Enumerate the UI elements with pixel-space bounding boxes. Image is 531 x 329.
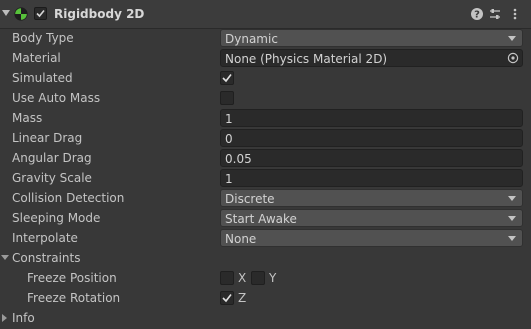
sleeping-mode-label: Sleeping Mode [12, 211, 101, 225]
body-type-value: Dynamic [225, 32, 278, 46]
freeze-rotation-label: Freeze Rotation [27, 291, 121, 305]
component-enabled-toggle[interactable] [34, 7, 47, 20]
gravity-scale-row: Gravity Scale 1 [0, 168, 531, 188]
dropdown-arrow-icon [508, 216, 516, 221]
freeze-position-label: Freeze Position [27, 271, 117, 285]
interpolate-label: Interpolate [12, 231, 78, 245]
mass-label[interactable]: Mass [12, 111, 42, 125]
freeze-position-row: Freeze Position X Y [0, 268, 531, 288]
interpolate-row: Interpolate None [0, 228, 531, 248]
freeze-rotation-z-checkbox[interactable] [220, 291, 234, 305]
gravity-scale-input[interactable]: 1 [220, 169, 523, 187]
linear-drag-value: 0 [225, 132, 233, 146]
interpolate-value: None [225, 232, 257, 246]
checkmark-icon [36, 9, 45, 18]
mass-row: Mass 1 [0, 108, 531, 128]
presets-icon[interactable] [488, 7, 502, 21]
linear-drag-label[interactable]: Linear Drag [12, 131, 82, 145]
collision-detection-value: Discrete [225, 192, 275, 206]
rigidbody-2d-icon [14, 7, 28, 21]
foldout-arrow-icon[interactable] [2, 10, 10, 16]
simulated-checkbox[interactable] [220, 71, 234, 85]
foldout-collapsed-icon[interactable] [2, 314, 7, 322]
collision-detection-row: Collision Detection Discrete [0, 188, 531, 208]
material-row: Material None (Physics Material 2D) [0, 48, 531, 68]
body-type-label: Body Type [12, 31, 74, 45]
simulated-row: Simulated [0, 68, 531, 88]
foldout-expanded-icon[interactable] [1, 255, 9, 260]
use-auto-mass-checkbox[interactable] [220, 91, 234, 105]
mass-value: 1 [225, 112, 233, 126]
material-object-field[interactable]: None (Physics Material 2D) [220, 49, 523, 67]
freeze-position-y-checkbox[interactable] [251, 271, 265, 285]
component-header[interactable]: Rigidbody 2D ? [0, 0, 531, 29]
collision-detection-label: Collision Detection [12, 191, 125, 205]
linear-drag-input[interactable]: 0 [220, 129, 523, 147]
angular-drag-value: 0.05 [225, 152, 252, 166]
sleeping-mode-dropdown[interactable]: Start Awake [220, 209, 523, 227]
angular-drag-row: Angular Drag 0.05 [0, 148, 531, 168]
angular-drag-input[interactable]: 0.05 [220, 149, 523, 167]
info-foldout[interactable]: Info [0, 308, 531, 328]
use-auto-mass-row: Use Auto Mass [0, 88, 531, 108]
sleeping-mode-value: Start Awake [225, 212, 297, 226]
freeze-rotation-z-label: Z [238, 291, 247, 305]
body-type-row: Body Type Dynamic [0, 28, 531, 48]
freeze-position-y-label: Y [269, 271, 277, 285]
material-label: Material [12, 51, 61, 65]
material-value: None (Physics Material 2D) [225, 52, 388, 66]
simulated-label: Simulated [12, 71, 73, 85]
collision-detection-dropdown[interactable]: Discrete [220, 189, 523, 207]
gravity-scale-value: 1 [225, 172, 233, 186]
mass-input[interactable]: 1 [220, 109, 523, 127]
dropdown-arrow-icon [508, 196, 516, 201]
angular-drag-label[interactable]: Angular Drag [12, 151, 92, 165]
checkmark-icon [222, 74, 232, 83]
object-picker-icon[interactable] [507, 52, 519, 64]
constraints-foldout[interactable]: Constraints [0, 248, 531, 268]
constraints-label[interactable]: Constraints [12, 251, 80, 265]
interpolate-dropdown[interactable]: None [220, 229, 523, 247]
gravity-scale-label[interactable]: Gravity Scale [12, 171, 92, 185]
dropdown-arrow-icon [508, 236, 516, 241]
component-title: Rigidbody 2D [54, 7, 145, 21]
freeze-position-x-label: X [238, 271, 247, 285]
dropdown-arrow-icon [508, 36, 516, 41]
freeze-position-x-checkbox[interactable] [220, 271, 234, 285]
checkmark-icon [222, 294, 232, 303]
context-menu-icon[interactable] [508, 7, 522, 21]
sleeping-mode-row: Sleeping Mode Start Awake [0, 208, 531, 228]
info-label[interactable]: Info [12, 311, 35, 325]
body-type-dropdown[interactable]: Dynamic [220, 29, 523, 47]
svg-text:?: ? [474, 10, 480, 21]
linear-drag-row: Linear Drag 0 [0, 128, 531, 148]
use-auto-mass-label: Use Auto Mass [12, 91, 101, 105]
help-icon[interactable]: ? [470, 7, 484, 21]
freeze-rotation-row: Freeze Rotation Z [0, 288, 531, 308]
